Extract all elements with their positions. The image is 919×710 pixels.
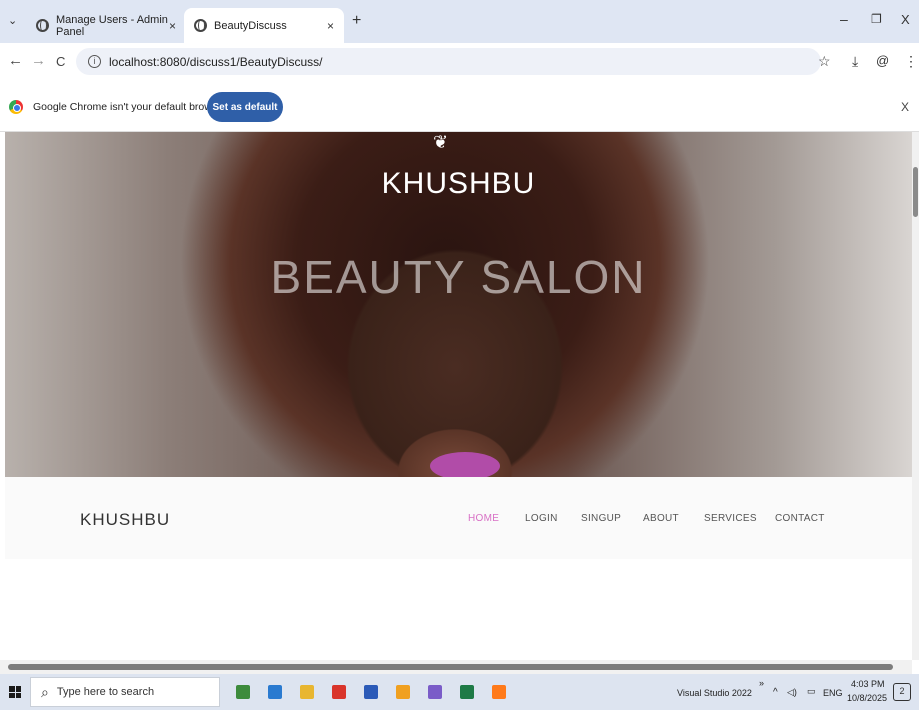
firefox-icon[interactable] <box>492 685 506 699</box>
tab-title: Manage Users - Admin Panel <box>56 13 168 38</box>
taskbar-search-input[interactable]: ⌕ Type here to search <box>30 677 220 707</box>
horizontal-scrollbar[interactable] <box>0 660 912 674</box>
file-explorer-icon[interactable] <box>300 685 314 699</box>
menu-icon[interactable]: ⋮ <box>904 53 918 70</box>
tab-beautydiscuss[interactable]: BeautyDiscuss × <box>184 8 344 43</box>
nav-link-signup[interactable]: SINGUP <box>581 513 621 524</box>
globe-icon <box>36 19 49 32</box>
set-as-default-button[interactable]: Set as default <box>207 92 283 122</box>
word-icon[interactable] <box>364 685 378 699</box>
hero-photo-detail <box>430 452 500 477</box>
hero-image: ❦ KHUSHBU BEAUTY SALON <box>5 132 912 477</box>
profile-icon[interactable]: @ <box>876 53 889 68</box>
close-tab-icon[interactable]: × <box>169 19 176 33</box>
url-text: localhost:8080/discuss1/BeautyDiscuss/ <box>109 54 323 69</box>
address-bar[interactable]: i localhost:8080/discuss1/BeautyDiscuss/ <box>76 48 821 75</box>
navbar-brand[interactable]: KHUSHBU <box>80 510 170 530</box>
vscode-icon[interactable] <box>268 685 282 699</box>
close-tab-icon[interactable]: × <box>327 19 334 33</box>
vertical-scrollbar[interactable] <box>912 132 919 660</box>
globe-icon <box>194 19 207 32</box>
nav-link-login[interactable]: LOGIN <box>525 513 558 524</box>
hero-subtitle: BEAUTY SALON <box>270 251 647 303</box>
chrome-logo-icon <box>9 100 23 114</box>
windows-start-icon[interactable] <box>9 686 21 698</box>
horizontal-scroll-thumb[interactable] <box>8 664 893 670</box>
vertical-scroll-thumb[interactable] <box>913 167 918 217</box>
app-icon[interactable] <box>428 685 442 699</box>
download-icon[interactable]: ⤓ <box>852 53 858 70</box>
infobar-close-button[interactable]: X <box>901 100 909 114</box>
clock-date[interactable]: 10/8/2025 <box>847 693 887 703</box>
tab-search-button[interactable]: ⌄ <box>8 14 17 27</box>
nav-link-services[interactable]: SERVICES <box>704 513 757 524</box>
clock-time[interactable]: 4:03 PM <box>851 679 885 689</box>
excel-icon[interactable] <box>460 685 474 699</box>
tab-strip: ⌄ Manage Users - Admin Panel × BeautyDis… <box>0 0 919 43</box>
site-navbar: KHUSHBU HOME LOGIN SINGUP ABOUT SERVICES… <box>5 477 912 559</box>
minimize-button[interactable]: – <box>840 11 848 27</box>
close-window-button[interactable]: X <box>901 12 910 27</box>
site-info-icon[interactable]: i <box>88 55 101 68</box>
search-placeholder: Type here to search <box>56 686 155 698</box>
running-app-label[interactable]: Visual Studio 2022 <box>677 688 752 698</box>
tab-manage-users[interactable]: Manage Users - Admin Panel × <box>26 8 186 43</box>
back-button[interactable]: ← <box>8 52 23 69</box>
new-tab-button[interactable]: + <box>352 12 361 30</box>
installer-icon[interactable] <box>236 685 250 699</box>
chrome-icon[interactable] <box>396 685 410 699</box>
restore-button[interactable]: ❐ <box>871 12 882 26</box>
network-icon[interactable]: ▭ <box>807 686 816 697</box>
nav-link-contact[interactable]: CONTACT <box>775 513 825 524</box>
windows-taskbar: ⌕ Type here to search Visual Studio 2022… <box>0 674 919 710</box>
hero-brand-title: KHUSHBU <box>381 167 536 200</box>
volume-icon[interactable]: ◁) <box>787 687 797 698</box>
forward-button[interactable]: → <box>31 52 46 69</box>
tab-title: BeautyDiscuss <box>214 19 287 32</box>
search-icon: ⌕ <box>41 683 49 700</box>
overflow-icon[interactable]: » <box>759 678 764 688</box>
language-indicator[interactable]: ENG <box>823 688 843 698</box>
nav-link-about[interactable]: ABOUT <box>643 513 679 524</box>
nav-link-home[interactable]: HOME <box>468 513 499 524</box>
acrobat-icon[interactable] <box>332 685 346 699</box>
notification-center-icon[interactable]: 2 <box>893 683 911 701</box>
browser-toolbar: ← → C i localhost:8080/discuss1/BeautyDi… <box>0 43 919 80</box>
infobar-message: Google Chrome isn't your default browser <box>33 101 227 113</box>
tray-chevron-icon[interactable]: ^ <box>773 687 778 698</box>
reload-button[interactable]: C <box>56 54 65 69</box>
bookmark-star-icon[interactable]: ☆ <box>818 53 831 70</box>
lotus-logo-icon: ❦ <box>433 132 449 152</box>
default-browser-infobar: Google Chrome isn't your default browser… <box>0 80 919 132</box>
page-viewport: ❦ KHUSHBU BEAUTY SALON KHUSHBU HOME LOGI… <box>0 132 912 660</box>
